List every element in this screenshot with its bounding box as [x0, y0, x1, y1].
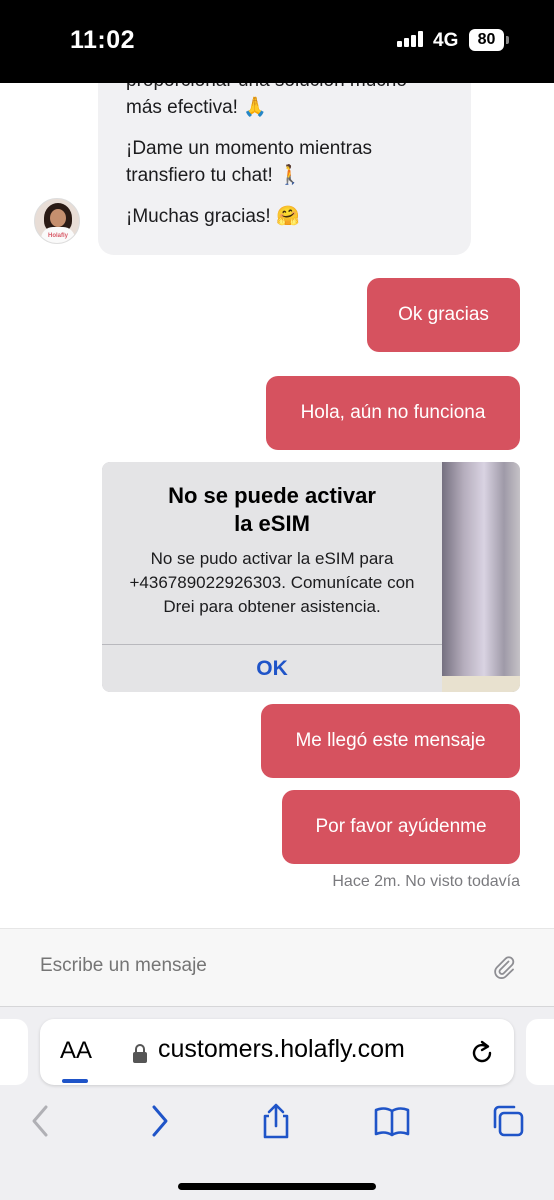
user-message-text: Por favor ayúdenme [315, 816, 487, 837]
user-message-bubble: Hola, aún no funciona [266, 376, 520, 450]
user-message-bubble: Por favor ayúdenme [282, 790, 520, 864]
address-bar[interactable]: AA customers.holafly.com [40, 1019, 514, 1085]
avatar-logo-text: Holafly [48, 233, 69, 239]
message-input[interactable] [40, 955, 460, 977]
image-attachment[interactable]: No se puede activar la eSIM No se pudo a… [102, 462, 520, 692]
status-bar: 11:02 4G 80 [0, 0, 554, 83]
message-status: Hace 2m. No visto todavía [332, 873, 520, 890]
url-text[interactable]: customers.holafly.com [158, 1035, 405, 1064]
text-size-label: AA [60, 1037, 93, 1064]
alert-body: No se pudo activar la eSIM para +4367890… [129, 549, 415, 616]
browser-chrome: AA customers.holafly.com [0, 1006, 554, 1200]
paperclip-icon[interactable] [492, 955, 516, 979]
previous-tab[interactable] [0, 1019, 28, 1085]
lock-icon [133, 1044, 147, 1063]
battery-tip [506, 36, 509, 44]
battery-icon: 80 [469, 29, 504, 51]
back-icon[interactable] [22, 1103, 58, 1139]
page-load-indicator [62, 1079, 88, 1083]
agent-message-line: proporcionar una solución mucho más efec… [126, 83, 407, 118]
esim-alert-screenshot: No se puede activar la eSIM No se pudo a… [102, 462, 442, 692]
chat-area[interactable]: proporcionar una solución mucho más efec… [0, 83, 554, 928]
agent-message-line: ¡Dame un momento mientras transfiero tu … [126, 138, 373, 186]
next-tab[interactable] [526, 1019, 554, 1085]
alert-title: No se puede activar la eSIM [102, 482, 442, 538]
alert-ok-button: OK [256, 657, 288, 680]
forward-icon[interactable] [142, 1103, 178, 1139]
tabs-icon[interactable] [490, 1103, 526, 1139]
user-message-bubble: Ok gracias [367, 278, 520, 352]
share-icon[interactable] [258, 1103, 294, 1139]
agent-message-line: ¡Muchas gracias! 🤗 [126, 206, 300, 227]
alert-title-line: la eSIM [234, 511, 310, 536]
status-time: 11:02 [70, 26, 136, 54]
message-composer [0, 928, 554, 1006]
agent-message-bubble: proporcionar una solución mucho más efec… [98, 83, 471, 255]
text-size-button[interactable]: AA [60, 1037, 92, 1065]
user-message-text: Ok gracias [398, 304, 489, 325]
signal-icon [397, 31, 423, 47]
photo-background [440, 462, 520, 692]
user-message-text: Hola, aún no funciona [300, 402, 486, 423]
home-indicator[interactable] [178, 1183, 376, 1190]
alert-title-line: No se puede activar [168, 483, 376, 508]
agent-avatar: Holafly [34, 198, 80, 244]
browser-toolbar [0, 1097, 554, 1147]
network-type: 4G [433, 30, 459, 51]
user-message-text: Me llegó este mensaje [295, 730, 486, 751]
reload-icon[interactable] [468, 1039, 496, 1067]
user-message-bubble: Me llegó este mensaje [261, 704, 520, 778]
bookmarks-icon[interactable] [374, 1103, 410, 1139]
